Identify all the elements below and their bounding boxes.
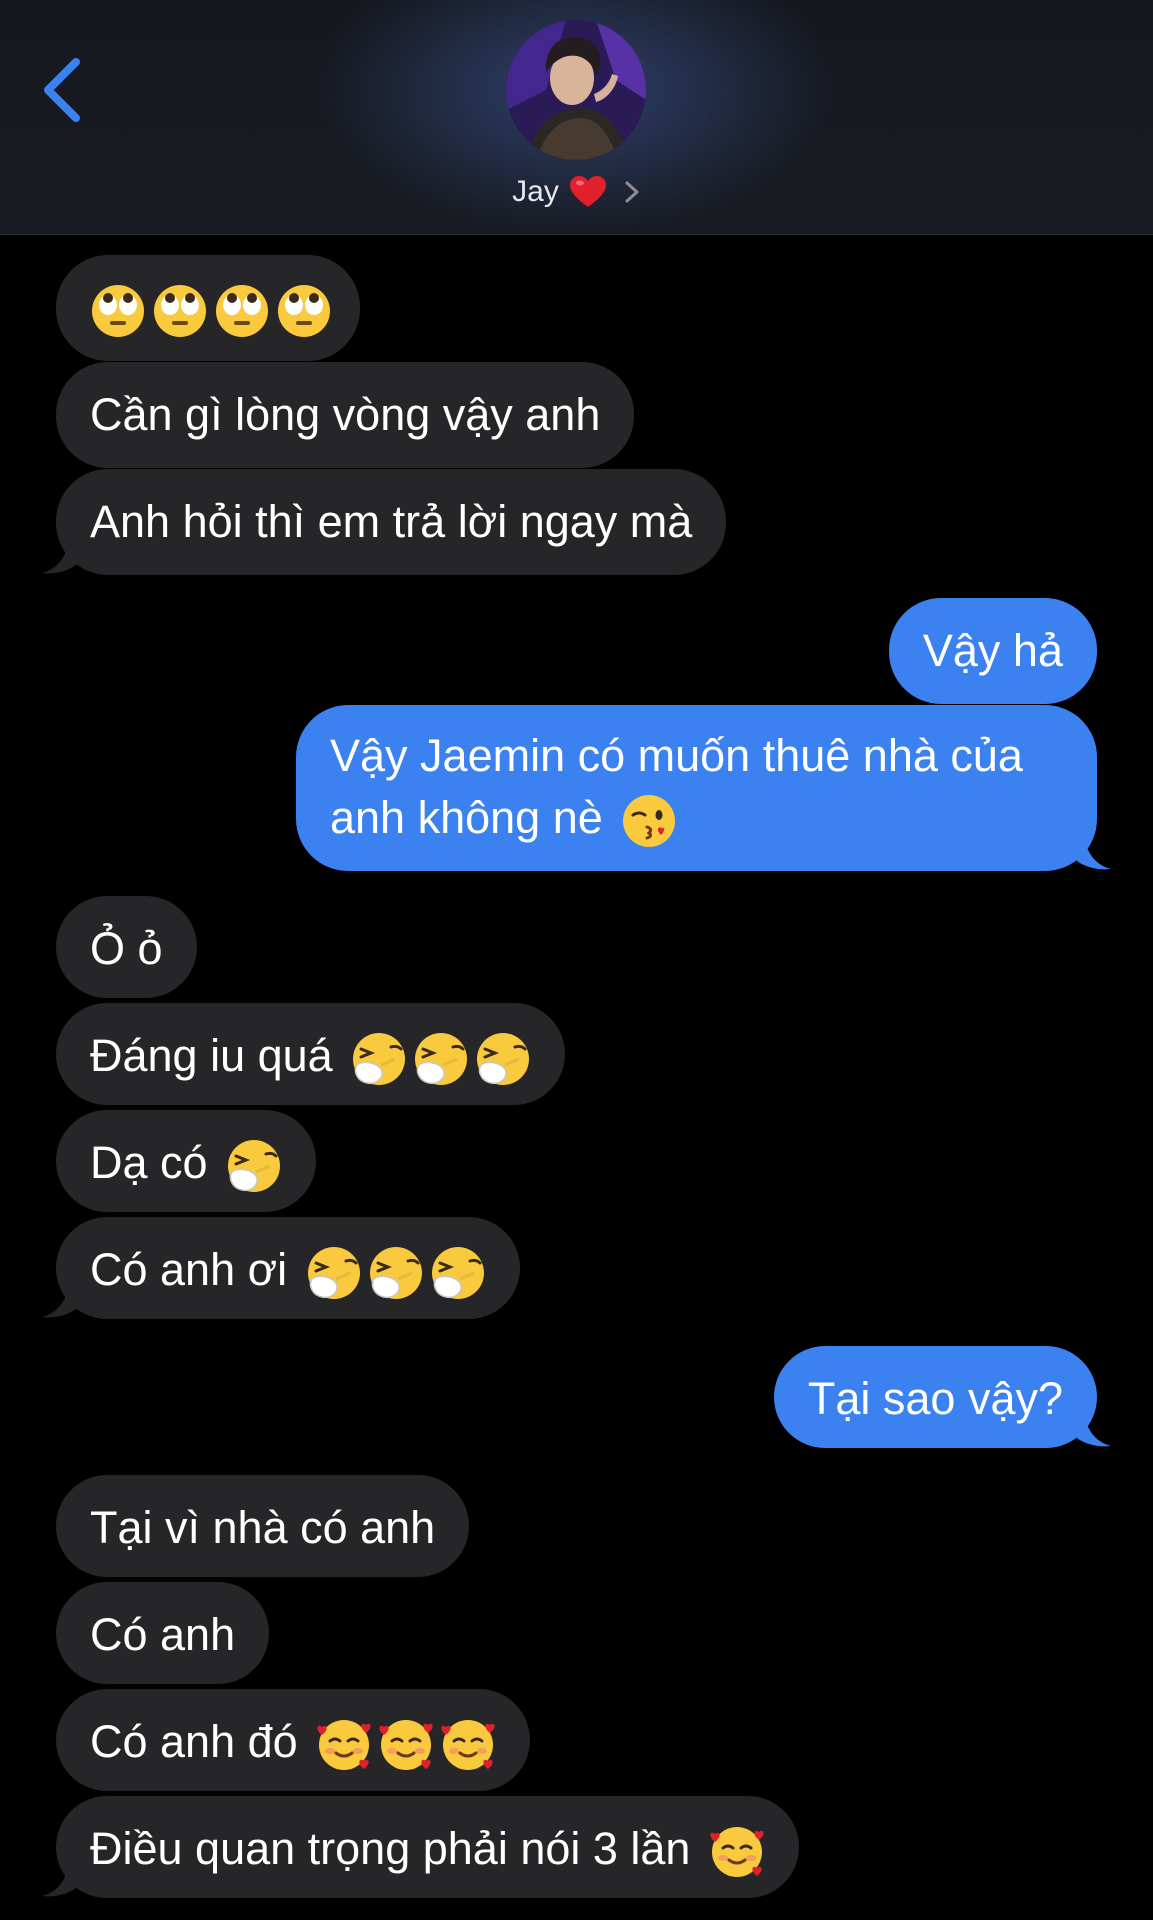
sneeze-icon <box>226 1138 282 1194</box>
message-bubble-incoming[interactable]: Điều quan trọng phải nói 3 lần <box>56 1796 799 1898</box>
message-text: Vậy hả <box>922 625 1063 676</box>
message-text: Cần gì lòng vòng vậy anh <box>90 389 601 440</box>
message-bubble-incoming[interactable]: Tại vì nhà có anh <box>56 1475 470 1577</box>
sneeze-icon <box>351 1031 407 1087</box>
message-bubble-incoming[interactable] <box>56 255 360 361</box>
sneeze-icon <box>475 1031 531 1087</box>
message-bubble-incoming[interactable]: Có anh <box>56 1582 270 1684</box>
bubble-tail <box>1073 835 1111 870</box>
message-text: Ỏ ỏ <box>90 923 163 974</box>
message-bubble-incoming[interactable]: Dạ có <box>56 1110 317 1212</box>
bubble-tail <box>1073 1412 1111 1447</box>
emoji-group <box>345 1030 531 1086</box>
bubble-tail <box>42 539 80 574</box>
sneeze-icon <box>413 1031 469 1087</box>
eye-roll-icon <box>214 283 270 339</box>
message-text: Đáng iu quá <box>90 1030 333 1081</box>
avatar[interactable] <box>506 20 646 160</box>
emoji-group <box>310 1716 496 1771</box>
message-bubble-incoming[interactable]: Có anh ơi <box>56 1217 520 1319</box>
message-text: Có anh ơi <box>90 1244 288 1295</box>
message-text: Có anh <box>90 1609 236 1660</box>
message-bubble-incoming[interactable]: Đáng iu quá <box>56 1003 566 1105</box>
heart-icon <box>569 176 606 207</box>
message-text: Tại sao vậy? <box>807 1373 1063 1424</box>
eye-roll-icon <box>276 283 332 339</box>
sneeze-icon <box>430 1245 486 1301</box>
message-bubble-outgoing[interactable]: Tại sao vậy? <box>773 1346 1097 1448</box>
sneeze-icon <box>368 1245 424 1301</box>
sneeze-icon <box>306 1245 362 1301</box>
hearts-icon <box>316 1717 372 1773</box>
hearts-icon <box>378 1717 434 1773</box>
message-text: Anh hỏi thì em trả lời ngay mà <box>90 496 693 547</box>
message-text: Dạ có <box>90 1137 208 1188</box>
messages-screen: Jay Cần gì lòng vòng vậy anh Anh hỏi thì… <box>0 0 1153 1920</box>
emoji-group <box>84 282 332 338</box>
hearts-icon <box>709 1824 765 1880</box>
kiss-icon <box>621 793 677 849</box>
bubble-tail <box>42 1862 80 1897</box>
eye-roll-icon <box>152 283 208 339</box>
eye-roll-icon <box>90 283 146 339</box>
message-text: Tại vì nhà có anh <box>90 1502 436 1553</box>
chevron-right-icon <box>625 181 639 203</box>
message-bubble-incoming[interactable]: Cần gì lòng vòng vậy anh <box>56 362 635 468</box>
message-bubble-incoming[interactable]: Anh hỏi thì em trả lời ngay mà <box>56 469 727 575</box>
emoji-group <box>300 1244 486 1300</box>
message-bubble-outgoing[interactable]: Vậy hả <box>888 598 1097 704</box>
chevron-left-icon <box>44 58 80 122</box>
emoji-group <box>220 1137 282 1193</box>
message-bubble-incoming[interactable]: Có anh đó <box>56 1689 531 1791</box>
message-text: Điều quan trọng phải nói 3 lần <box>90 1823 691 1874</box>
back-button[interactable] <box>36 52 96 128</box>
conversation-header: Jay <box>0 0 1153 235</box>
message-bubble-incoming[interactable]: Ỏ ỏ <box>56 896 197 998</box>
emoji-group <box>615 792 677 848</box>
message-text: Có anh đó <box>90 1716 298 1767</box>
emoji-group <box>703 1823 765 1878</box>
hearts-icon <box>440 1717 496 1773</box>
contact-name-row[interactable]: Jay <box>0 168 1153 216</box>
bubble-tail <box>42 1283 80 1318</box>
contact-name: Jay <box>512 175 559 208</box>
message-bubble-outgoing[interactable]: Vậy Jaemin có muốn thuê nhà của anh khôn… <box>296 705 1097 871</box>
